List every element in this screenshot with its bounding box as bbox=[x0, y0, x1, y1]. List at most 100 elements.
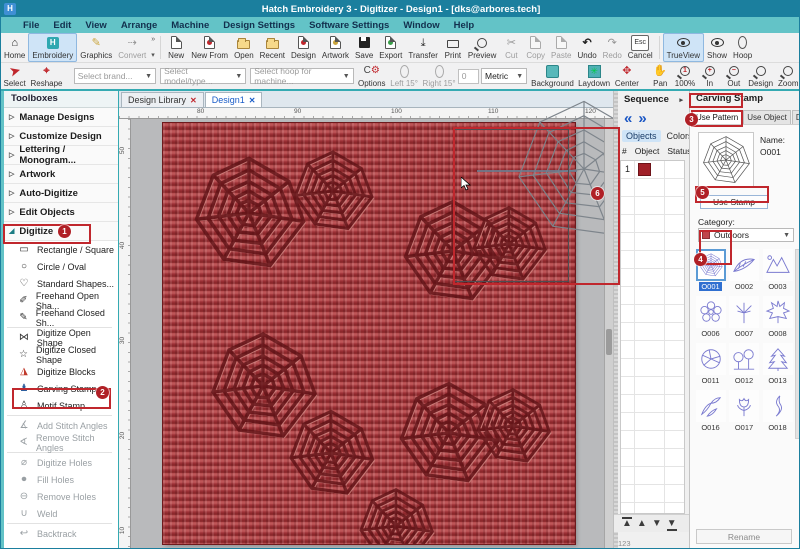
menu-help[interactable]: Help bbox=[454, 20, 475, 31]
hoop-button[interactable]: Hoop bbox=[730, 33, 755, 62]
category-select[interactable]: Outdoors ▼ bbox=[698, 228, 794, 242]
menu-software-settings[interactable]: Software Settings bbox=[309, 20, 389, 31]
close-icon[interactable]: ✕ bbox=[190, 96, 197, 105]
new-doc-icon bbox=[171, 36, 182, 50]
object-color-swatch[interactable] bbox=[638, 163, 651, 176]
tab-digitize[interactable]: Digitize bbox=[792, 110, 800, 124]
stamp-item-O016[interactable]: O016 bbox=[694, 390, 727, 437]
hoop-select[interactable]: Select hoop for machine...▼ bbox=[250, 68, 353, 84]
toolbox-auto-digitize[interactable]: ▷Auto-Digitize bbox=[1, 184, 118, 203]
selection-rectangle[interactable] bbox=[454, 129, 569, 282]
undo-button[interactable]: ↶Undo bbox=[575, 33, 600, 62]
rotation-input[interactable]: 0 bbox=[458, 69, 479, 84]
transfer-button[interactable]: ⤓Transfer bbox=[405, 33, 441, 62]
toolboxes-sidebar: Toolboxes ▷Manage Designs ▷Customize Des… bbox=[1, 91, 119, 549]
background-button[interactable]: Background bbox=[529, 63, 576, 89]
tab-use-pattern[interactable]: Use Pattern bbox=[692, 110, 742, 124]
cancel-button[interactable]: EscCancel bbox=[625, 33, 656, 62]
stamp-item-O018[interactable]: O018 bbox=[761, 390, 794, 437]
zoom-100-button[interactable]: 1100% bbox=[672, 63, 698, 89]
options-button[interactable]: C⚙Options bbox=[356, 63, 388, 89]
tab-use-object[interactable]: Use Object bbox=[743, 110, 791, 124]
save-button[interactable]: Save bbox=[352, 33, 376, 62]
reshape-button[interactable]: ⌖Reshape bbox=[28, 63, 65, 89]
embroidery-button[interactable]: HEmbroidery bbox=[28, 33, 77, 62]
scrollbar-thumb[interactable] bbox=[606, 329, 612, 355]
unit-select[interactable]: Metric▼ bbox=[481, 68, 527, 84]
stamp-item-O017[interactable]: O017 bbox=[728, 390, 761, 437]
column-divider bbox=[664, 161, 665, 513]
menu-design-settings[interactable]: Design Settings bbox=[223, 20, 295, 31]
new-from-button[interactable]: New From bbox=[188, 33, 231, 62]
toolbox-edit-objects[interactable]: ▷Edit Objects bbox=[1, 203, 118, 222]
tool-standard-shapes[interactable]: ♡Standard Shapes... bbox=[1, 275, 118, 292]
zoom-design-button[interactable]: Design bbox=[746, 63, 776, 89]
tool-digitize-closed-shape[interactable]: ☆Digitize Closed Shape bbox=[1, 346, 118, 363]
panel-resize-gutter[interactable] bbox=[614, 91, 618, 549]
menu-window[interactable]: Window bbox=[403, 20, 439, 31]
tool-circle-oval[interactable]: ○Circle / Oval bbox=[1, 258, 118, 275]
canvas-vertical-scrollbar[interactable] bbox=[604, 119, 613, 549]
prev-color-button[interactable]: « bbox=[624, 110, 632, 127]
brand-select[interactable]: Select brand...▼ bbox=[74, 68, 156, 84]
design-button[interactable]: Design bbox=[288, 33, 319, 62]
menu-machine[interactable]: Machine bbox=[171, 20, 209, 31]
tool-digitize-blocks[interactable]: ◮Digitize Blocks bbox=[1, 363, 118, 380]
tool-freehand-closed[interactable]: ✎Freehand Closed Sh... bbox=[1, 309, 118, 326]
tab-design-library[interactable]: Design Library✕ bbox=[121, 92, 204, 107]
graphics-button[interactable]: ✎Graphics bbox=[77, 33, 115, 62]
toolbox-artwork[interactable]: ▷Artwork bbox=[1, 165, 118, 184]
stamp-item-O008[interactable]: O008 bbox=[761, 296, 794, 343]
toolbar-expand-chevron[interactable]: »▾ bbox=[149, 33, 157, 62]
export-button[interactable]: Export bbox=[376, 33, 405, 62]
close-icon[interactable]: ✕ bbox=[249, 96, 256, 105]
sequence-object-list[interactable]: 1 bbox=[620, 160, 685, 514]
recent-button[interactable]: Recent bbox=[257, 33, 288, 62]
laydown-button[interactable]: ✳Laydown bbox=[576, 63, 613, 89]
new-button[interactable]: New bbox=[164, 33, 188, 62]
design-canvas[interactable]: Design Library✕ Design1✕ 80 90 100 110 1… bbox=[119, 91, 613, 549]
pan-button[interactable]: ✋Pan bbox=[648, 63, 672, 89]
move-to-top-button[interactable]: ▲ bbox=[622, 519, 632, 529]
print-button[interactable]: Print bbox=[441, 33, 465, 62]
rename-button[interactable]: Rename bbox=[696, 529, 792, 544]
tab-design1[interactable]: Design1✕ bbox=[205, 92, 263, 107]
trueview-button[interactable]: TrueView bbox=[663, 33, 704, 62]
tool-motif-stamp[interactable]: ♙Motif Stamp... bbox=[1, 397, 118, 414]
stamp-item-O007[interactable]: O007 bbox=[728, 296, 761, 343]
stamp-item-O002[interactable]: O002 bbox=[728, 249, 761, 296]
stamp-grid-scrollbar[interactable] bbox=[795, 249, 800, 439]
tool-freehand-open[interactable]: ✐Freehand Open Sha... bbox=[1, 292, 118, 309]
toolbox-lettering[interactable]: ▷Lettering / Monogram... bbox=[1, 146, 118, 165]
menu-arrange[interactable]: Arrange bbox=[121, 20, 157, 31]
toolbox-manage-designs[interactable]: ▷Manage Designs bbox=[1, 108, 118, 127]
artwork-button[interactable]: Artwork bbox=[319, 33, 352, 62]
center-button[interactable]: ✥Center bbox=[612, 63, 641, 89]
menu-file[interactable]: File bbox=[23, 20, 39, 31]
stamp-item-O012[interactable]: O012 bbox=[728, 343, 761, 390]
model-select[interactable]: Select model/type...▼ bbox=[160, 68, 246, 84]
tool-rectangle-square[interactable]: ▭Rectangle / Square bbox=[1, 241, 118, 258]
menu-view[interactable]: View bbox=[85, 20, 106, 31]
zoom-button[interactable]: Zoom bbox=[776, 63, 800, 89]
show-button[interactable]: Show bbox=[704, 33, 730, 62]
home-button[interactable]: ⌂Home bbox=[1, 33, 28, 62]
preview-button[interactable]: Preview bbox=[465, 33, 499, 62]
move-down-button[interactable]: ▼ bbox=[652, 519, 662, 529]
zoom-in-button[interactable]: +In bbox=[698, 63, 722, 89]
move-up-button[interactable]: ▲ bbox=[637, 519, 647, 529]
flyout-arrow-icon[interactable]: ▸ bbox=[679, 96, 683, 104]
tab-objects[interactable]: Objects bbox=[622, 130, 661, 142]
tool-digitize-open-shape[interactable]: ⋈Digitize Open Shape bbox=[1, 329, 118, 346]
stamp-item-O006[interactable]: O006 bbox=[694, 296, 727, 343]
stamp-item-O003[interactable]: O003 bbox=[761, 249, 794, 296]
menu-edit[interactable]: Edit bbox=[53, 20, 71, 31]
select-button[interactable]: ➤Select bbox=[1, 63, 28, 89]
open-button[interactable]: Open bbox=[231, 33, 257, 62]
stamp-item-O013[interactable]: O013 bbox=[761, 343, 794, 390]
stamp-item-O011[interactable]: O011 bbox=[694, 343, 727, 390]
next-color-button[interactable]: » bbox=[638, 110, 646, 127]
move-to-bottom-button[interactable]: ▼ bbox=[667, 519, 677, 529]
zoom-out-button[interactable]: −Out bbox=[722, 63, 746, 89]
use-stamp-button[interactable]: Use Stamp bbox=[700, 195, 768, 209]
